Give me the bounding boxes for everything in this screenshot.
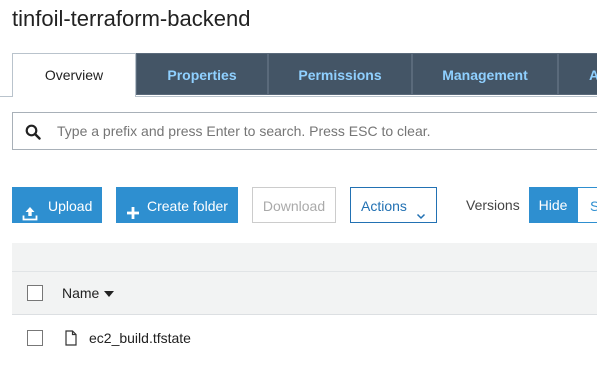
upload-label: Upload: [48, 198, 93, 214]
search-input[interactable]: [57, 113, 597, 149]
versions-label: Versions: [466, 197, 520, 213]
table-toolbar-band: [12, 243, 597, 271]
upload-button[interactable]: Upload: [12, 187, 102, 223]
versions-show-toggle[interactable]: S: [577, 187, 597, 223]
download-button[interactable]: Download: [252, 187, 336, 223]
file-icon: [65, 330, 77, 346]
select-all-checkbox[interactable]: [27, 285, 43, 301]
row-checkbox[interactable]: [27, 330, 43, 346]
sort-caret-icon: [104, 291, 115, 298]
search-icon: [25, 124, 41, 140]
actions-dropdown[interactable]: Actions: [350, 187, 437, 223]
tab-overview[interactable]: Overview: [12, 53, 136, 97]
create-folder-button[interactable]: Create folder: [116, 187, 238, 223]
file-name-link[interactable]: ec2_build.tfstate: [89, 316, 191, 360]
tab-permissions[interactable]: Permissions: [268, 53, 412, 95]
tab-bar: Overview Properties Permissions Manageme…: [12, 53, 597, 97]
tab-management[interactable]: Management: [412, 53, 558, 95]
column-header-name[interactable]: Name: [62, 272, 115, 314]
chevron-down-icon: [415, 199, 431, 220]
tab-properties[interactable]: Properties: [136, 53, 268, 95]
table-row[interactable]: ec2_build.tfstate: [12, 316, 597, 360]
search-box: [12, 112, 597, 150]
create-folder-label: Create folder: [147, 198, 228, 214]
actions-label: Actions: [361, 198, 407, 214]
plus-icon: [125, 198, 141, 219]
column-header-name-label: Name: [62, 285, 100, 301]
page-title: tinfoil-terraform-backend: [12, 6, 251, 31]
table-header: Name: [12, 271, 597, 315]
versions-hide-toggle[interactable]: Hide: [529, 187, 577, 223]
tab-access-points[interactable]: A: [558, 53, 597, 95]
upload-icon: [22, 198, 38, 221]
